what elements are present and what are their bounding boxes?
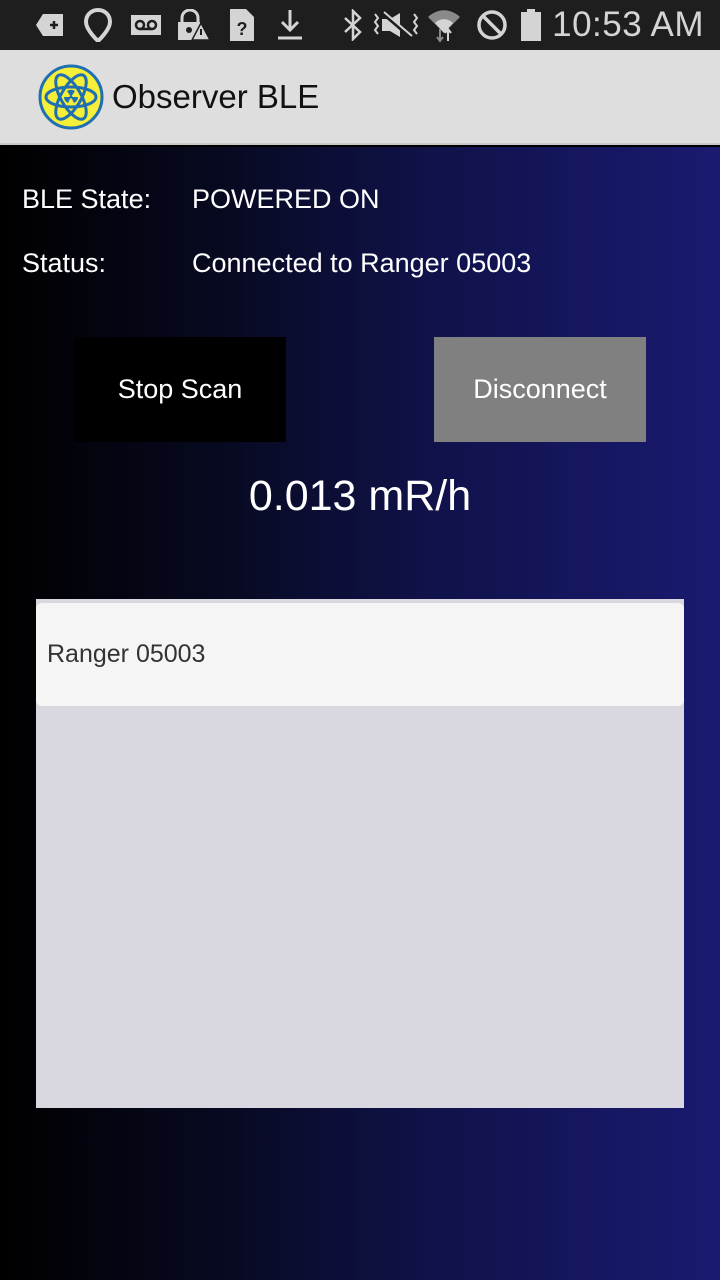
ble-state-value: POWERED ON [192,184,380,214]
voicemail-icon [122,0,170,50]
svg-text:?: ? [237,19,248,39]
wifi-icon [420,0,468,50]
device-list[interactable]: Ranger 05003 [36,599,684,1108]
atom-radiation-logo-icon [38,64,104,130]
status-value: Connected to Ranger 05003 [192,248,532,278]
status-bar: ? 10:53 AM [0,0,720,50]
device-list-item[interactable]: Ranger 05003 [36,603,684,706]
ble-state-label: BLE State: [22,184,152,214]
download-icon [266,0,314,50]
do-not-disturb-icon [468,0,516,50]
battery-icon [516,0,546,50]
stop-scan-button[interactable]: Stop Scan [74,337,286,442]
disconnect-button[interactable]: Disconnect [434,337,646,442]
screen: ? 10:53 AM Observer BLE BLE State: POWER… [0,0,720,1280]
bluetooth-icon [334,0,372,50]
ble-state-row: BLE State: POWERED ON [22,184,380,215]
location-pin-icon [74,0,122,50]
vibrate-mute-icon [372,0,420,50]
status-row: Status: Connected to Ranger 05003 [22,248,531,279]
status-label: Status: [22,248,107,278]
radiation-reading: 0.013 mR/h [248,472,472,520]
add-notification-icon [26,0,74,50]
unknown-sim-icon: ? [218,0,266,50]
lock-warning-icon [170,0,218,50]
app-bar: Observer BLE [0,50,720,145]
app-title: Observer BLE [112,77,320,115]
main-content: BLE State: POWERED ON Status: Connected … [0,147,720,1280]
clock: 10:53 AM [552,5,704,44]
